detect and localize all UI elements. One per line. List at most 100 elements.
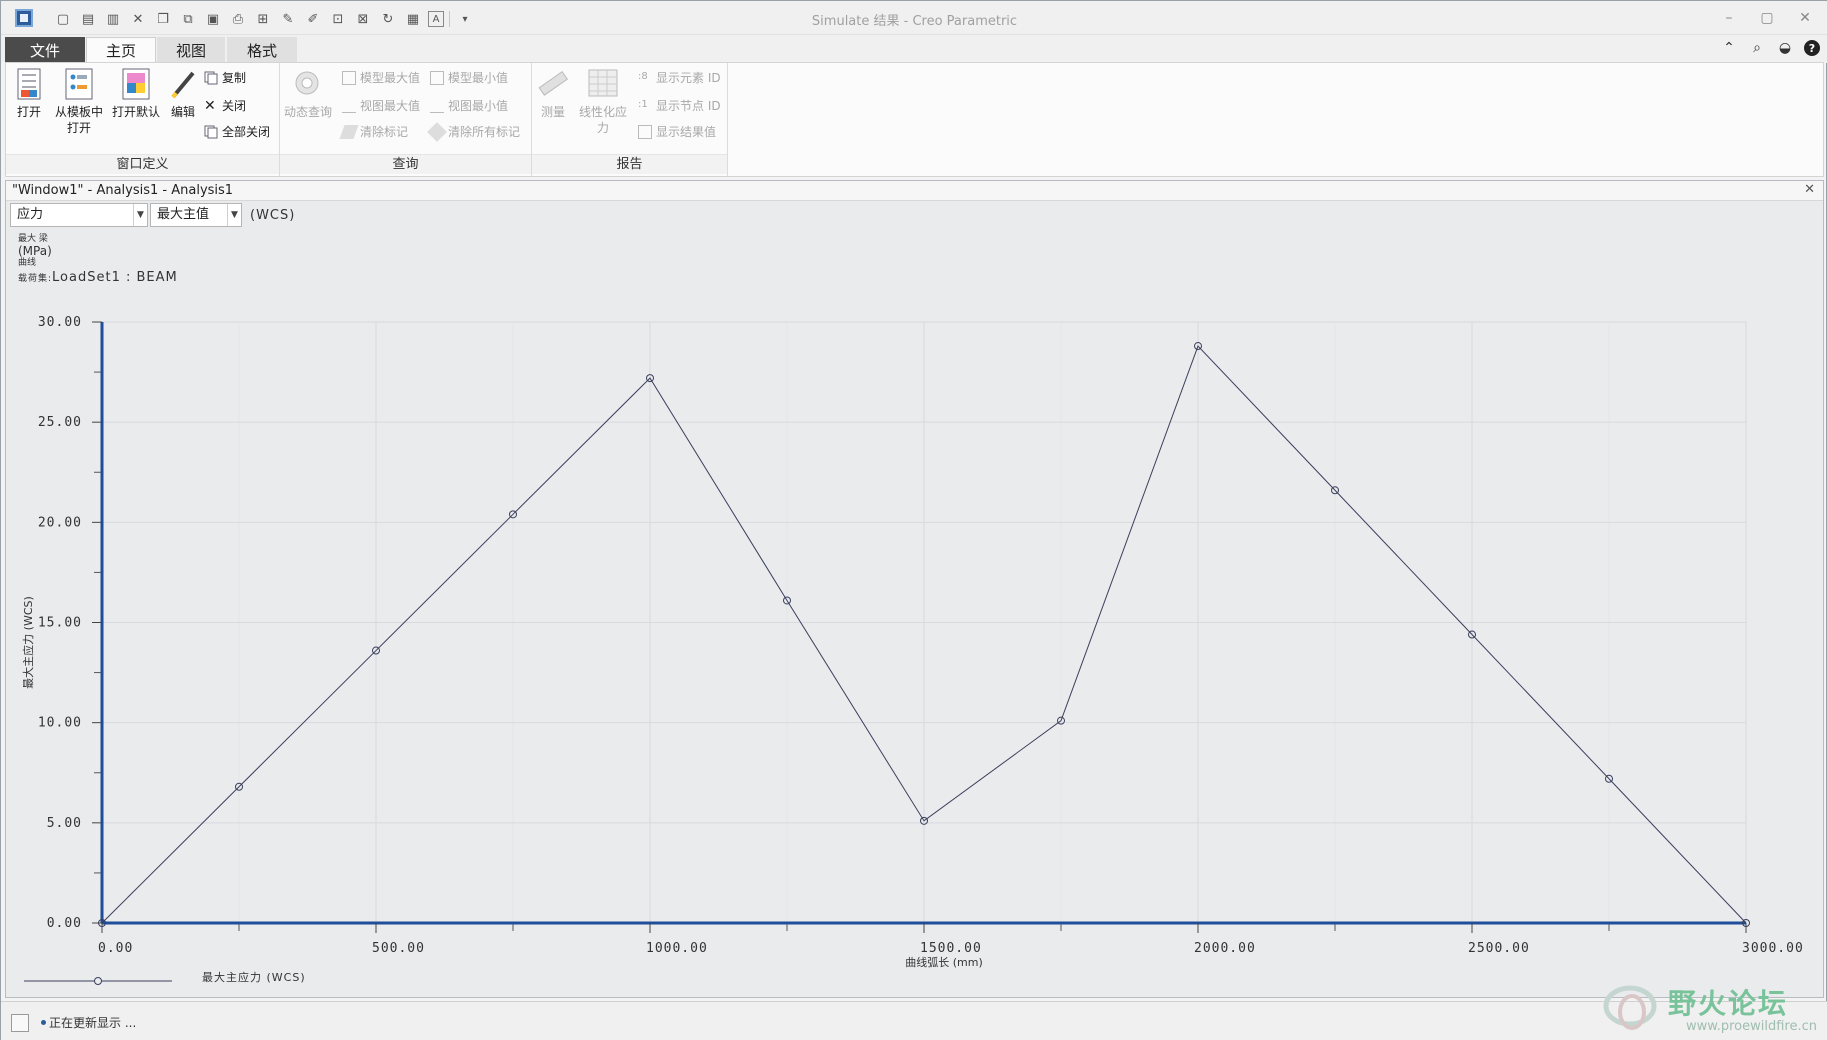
legend-marker [94,977,102,985]
model-min-label: 模型最小值 [448,71,509,85]
clear-all-marks-label: 清除所有标记 [448,125,521,139]
model-min-button[interactable]: 模型最小值 [430,69,508,86]
open-from-template-button[interactable]: 从模板中 打开 [50,67,108,136]
copy-icon [204,71,218,85]
window-title: Simulate 结果 - Creo Parametric [811,14,1018,29]
dynamic-query-button[interactable]: 动态查询 [282,67,334,120]
y-tick-label: 15.00 [38,616,82,631]
model-min-icon [430,70,444,85]
show-element-id-label: 显示元素 ID [656,71,721,85]
maximize-icon[interactable]: ▢ [1756,7,1778,29]
y-tick-label: 25.00 [38,415,82,430]
dynamic-query-icon [292,67,324,101]
y-tick-label: 20.00 [38,515,82,530]
clear-all-icon [427,121,447,142]
view-min-icon [430,99,444,113]
title-bar: ▢ ▤ ▥ ✕ ❐ ⧉ ▣ ⎙ ⊞ ✎ ✐ ⊡ ⊠ ↻ ▦ A ▾ Simula… [1,1,1827,35]
view-max-icon [342,99,356,113]
x-tick-label: 0.00 [98,941,133,956]
close-all-label: 全部关闭 [222,125,271,139]
result-value-icon [638,124,652,139]
tab-format[interactable]: 格式 [227,37,297,63]
linearize-label-2: 力 [596,121,609,135]
model-max-button[interactable]: 模型最大值 [342,69,420,86]
show-node-id-button[interactable]: :1 显示节点 ID [638,97,721,114]
measure-button[interactable]: 测量 [534,67,572,120]
x-tick-label: 500.00 [372,941,425,956]
window-controls: – ▢ ✕ [1718,7,1816,29]
edit-label: 编辑 [170,105,195,119]
tab-view[interactable]: 视图 [157,37,225,63]
copy-label: 复制 [222,71,247,85]
minimize-icon[interactable]: – [1718,7,1740,29]
view-min-label: 视图最小值 [448,99,509,113]
close-button[interactable]: ✕ 关闭 [204,97,246,114]
help-icon[interactable]: ? [1804,40,1820,56]
close-label: 关闭 [222,99,247,113]
y-tick-label: 30.00 [38,315,82,330]
x-tick-label: 1500.00 [920,941,982,956]
view-max-button[interactable]: 视图最大值 [342,97,420,114]
open-default-button[interactable]: 打开默认 [110,67,162,120]
y-tick-label: 10.00 [38,716,82,731]
group-query: 动态查询 模型最大值 视图最大值 清除标记 模型最小值 视图最小值 清除所有标记… [280,63,532,176]
view-max-label: 视图最大值 [360,99,421,113]
close-all-button[interactable]: 全部关闭 [204,123,270,140]
open-from-template-label-2: 打开 [66,121,91,135]
pencil-icon [167,67,199,101]
eraser-icon [339,124,359,139]
window-close-icon[interactable]: ✕ [1794,7,1816,29]
community-icon[interactable]: ◒ [1776,39,1794,57]
app-window: ▢ ▤ ▥ ✕ ❐ ⧉ ▣ ⎙ ⊞ ✎ ✐ ⊡ ⊠ ↻ ▦ A ▾ Simula… [0,0,1827,1040]
clear-all-marks-button[interactable]: 清除所有标记 [427,121,521,142]
legend-label: 最大主应力 (WCS) [202,970,306,984]
show-result-value-button[interactable]: 显示结果值 [638,123,716,140]
y-tick-label: 0.00 [47,916,82,931]
group-label-window-definition: 窗口定义 [6,154,279,174]
x-tick-label: 3000.00 [1742,941,1804,956]
search-icon[interactable]: ⌕ [1748,39,1766,57]
view-min-button[interactable]: 视图最小值 [430,97,508,114]
model-max-icon [342,70,356,85]
ribbon-right-tools: ⌃ ⌕ ◒ ? [1720,39,1820,57]
watermark-logo-icon [1603,985,1657,1030]
watermark-title: 野火论坛 [1668,987,1789,1020]
open-label: 打开 [16,105,41,119]
watermark: 野火论坛 www.proewildfire.cn [1602,976,1817,1040]
template-icon [63,67,95,101]
open-default-icon [120,67,152,101]
dynamic-query-label: 动态查询 [283,105,332,119]
watermark-url: www.proewildfire.cn [1686,1019,1817,1034]
linearize-label-1: 线性化应 [578,105,627,119]
chart: 0.00 5.00 10.00 15.00 20.00 25.00 30.00 0.00 500… [21,315,1804,985]
linearize-icon [587,67,619,101]
ruler-icon [537,67,569,101]
show-element-id-button[interactable]: :8 显示元素 ID [638,69,721,86]
status-text: 正在更新显示 ... [49,1016,137,1030]
graph-window: "Window1" - Analysis1 - Analysis1 ✕ 应力 ▼… [5,180,1824,998]
status-toggle[interactable] [11,1014,29,1032]
node-id-icon: :1 [638,98,648,110]
group-label-query: 查询 [280,154,531,174]
ribbon-panel: 打开 从模板中 打开 打开默认 编辑 复制 ✕ 关闭 全部关闭 窗口定义 动态查… [5,62,1824,177]
group-window-definition: 打开 从模板中 打开 打开默认 编辑 复制 ✕ 关闭 全部关闭 窗口定义 [6,63,280,176]
group-label-report: 报告 [532,154,727,174]
collapse-ribbon-icon[interactable]: ⌃ [1720,39,1738,57]
x-axis-label: 曲线弧长 (mm) [905,955,983,969]
show-node-id-label: 显示节点 ID [656,99,721,113]
y-tick-label: 5.00 [47,816,82,831]
linearize-stress-button[interactable]: 线性化应 力 [574,67,632,136]
measure-label: 测量 [540,105,565,119]
status-bullet-icon [41,1020,46,1025]
tab-home[interactable]: 主页 [86,37,156,63]
copy-button[interactable]: 复制 [204,69,246,86]
show-result-value-label: 显示结果值 [656,125,717,139]
clear-marks-button[interactable]: 清除标记 [339,123,408,140]
tab-file[interactable]: 文件 [5,37,85,63]
close-x-icon: ✕ [204,97,216,114]
ribbon-tabs: 文件 主页 视图 格式 ⌃ ⌕ ◒ ? [1,35,1827,63]
edit-button[interactable]: 编辑 [164,67,202,120]
open-icon [13,67,45,101]
x-tick-label: 2500.00 [1468,941,1530,956]
open-button[interactable]: 打开 [10,67,48,120]
